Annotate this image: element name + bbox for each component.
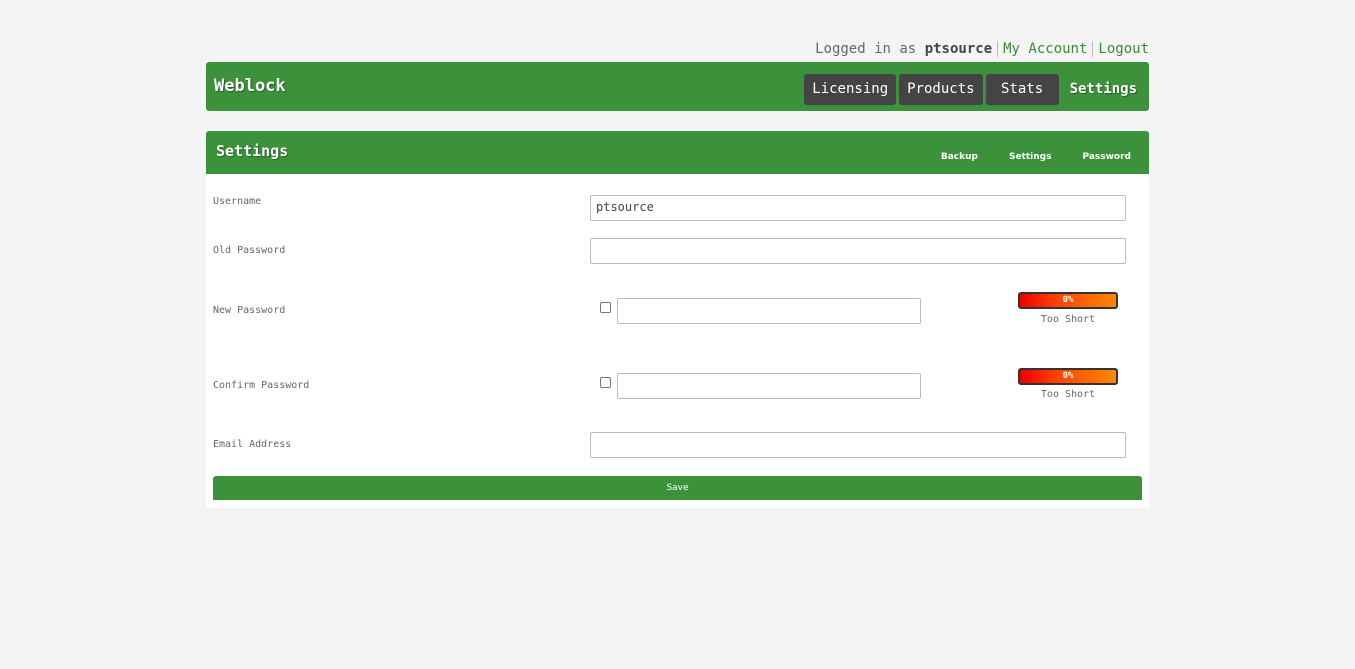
settings-panel-header: Settings Backup Settings Password	[206, 131, 1149, 174]
show-confirm-password-checkbox[interactable]	[600, 377, 611, 388]
username-input[interactable]: ptsource	[590, 195, 1126, 221]
logged-in-prefix: Logged in as	[815, 41, 917, 57]
old-password-label: Old Password	[213, 245, 286, 256]
email-label: Email Address	[213, 439, 292, 450]
new-password-label: New Password	[213, 305, 286, 316]
subnav-backup[interactable]: Backup	[941, 152, 978, 162]
confirm-password-input[interactable]	[617, 373, 921, 399]
email-input[interactable]	[590, 432, 1126, 458]
nav-settings[interactable]: Settings	[1062, 74, 1145, 105]
nav-licensing[interactable]: Licensing	[804, 74, 897, 105]
new-password-input[interactable]	[617, 298, 921, 324]
subnav-settings[interactable]: Settings	[1009, 152, 1051, 162]
divider	[997, 41, 999, 57]
subnav-password[interactable]: Password	[1082, 152, 1131, 162]
logout-link[interactable]: Logout	[1098, 41, 1149, 57]
old-password-input[interactable]	[590, 238, 1126, 264]
confirm-password-label: Confirm Password	[213, 380, 310, 391]
panel-title: Settings	[216, 142, 289, 160]
show-new-password-checkbox[interactable]	[600, 302, 611, 313]
nav-products[interactable]: Products	[899, 74, 983, 105]
divider	[1092, 41, 1094, 57]
app-header: Weblock Licensing Products Stats Setting…	[206, 62, 1149, 111]
nav-stats[interactable]: Stats	[985, 74, 1059, 105]
confirm-password-strength-meter: 0%	[1018, 368, 1118, 385]
main-nav: Licensing Products Stats Settings	[804, 74, 1145, 105]
settings-form: Username ptsource Old Password New Passw…	[206, 174, 1149, 508]
username-label: Username	[213, 196, 262, 207]
brand-logo: Weblock	[214, 76, 286, 96]
my-account-link[interactable]: My Account	[1003, 41, 1087, 57]
new-password-strength-meter: 0%	[1018, 292, 1118, 309]
save-button[interactable]: Save	[213, 476, 1142, 500]
account-bar: Logged in as ptsource My Account Logout	[206, 40, 1149, 58]
settings-subnav: Backup Settings Password	[941, 152, 1131, 162]
confirm-password-strength-label: Too Short	[1040, 389, 1096, 400]
new-password-strength-label: Too Short	[1040, 314, 1096, 325]
logged-in-username: ptsource	[924, 41, 993, 57]
